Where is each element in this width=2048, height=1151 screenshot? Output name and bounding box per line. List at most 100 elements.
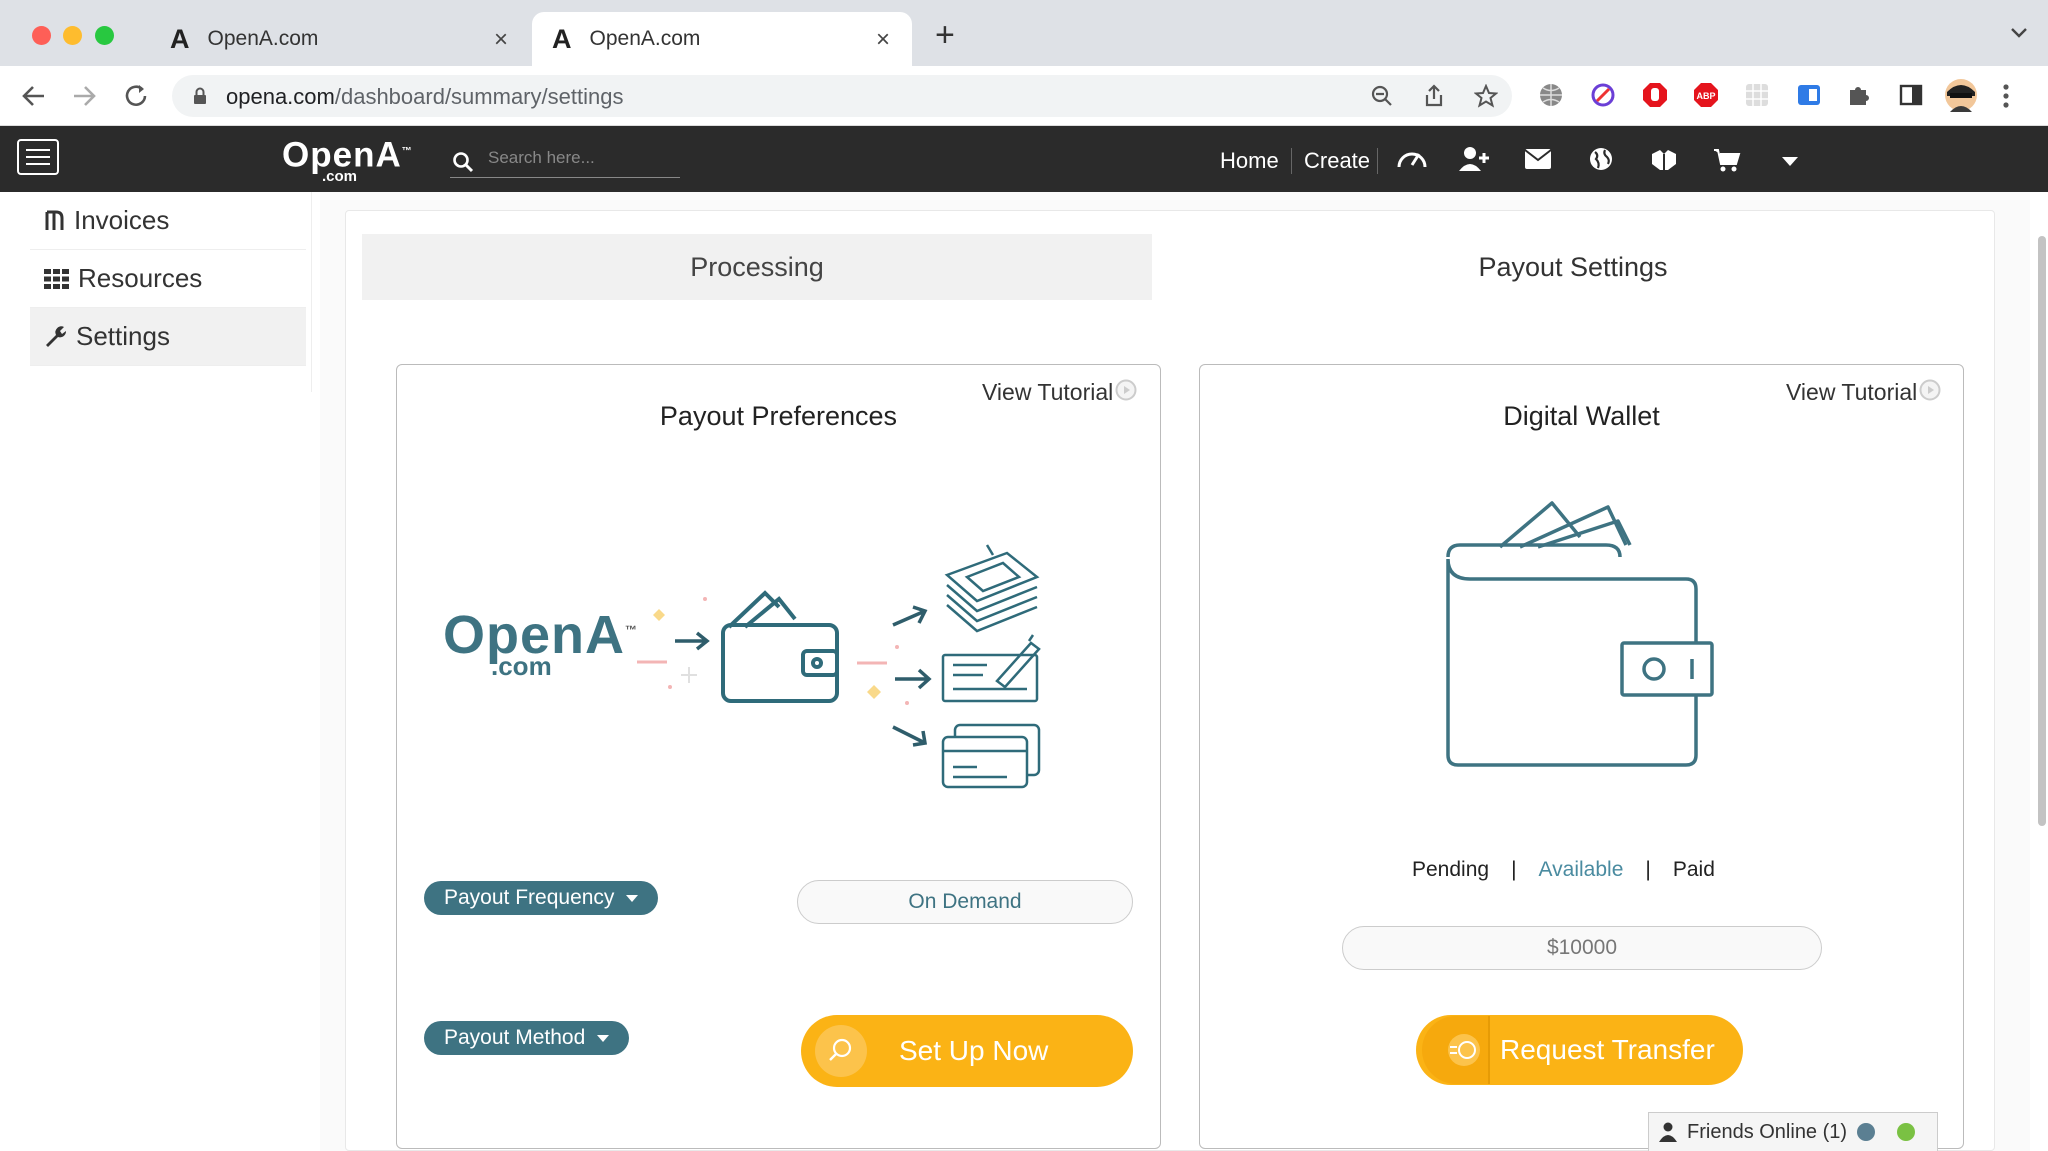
money-transfer-icon xyxy=(1422,1016,1490,1084)
status-dot-icon xyxy=(1857,1123,1876,1141)
magnifier-icon xyxy=(815,1025,867,1077)
forward-icon[interactable] xyxy=(70,82,98,110)
sidebar-item-label: Invoices xyxy=(74,205,170,235)
sidebar-item-resources[interactable]: Resources xyxy=(30,250,306,308)
globe-extension-icon[interactable] xyxy=(1538,82,1564,108)
play-circle-icon xyxy=(1115,379,1137,400)
adblock-hand-icon[interactable] xyxy=(1641,81,1669,109)
kebab-menu-icon[interactable] xyxy=(2002,83,2010,109)
digital-wallet-panel: View Tutorial Digital Wallet Pending | A… xyxy=(1199,364,1964,1149)
minimize-window-button[interactable] xyxy=(63,26,82,45)
speedometer-icon[interactable] xyxy=(1396,145,1428,171)
status-paid[interactable]: Paid xyxy=(1673,858,1715,882)
sidebar: Invoices Resources Settings xyxy=(12,192,312,392)
cheque-icon xyxy=(941,634,1041,703)
caret-down-icon xyxy=(597,1034,610,1042)
payout-flow-graphic xyxy=(637,544,1041,789)
lock-icon xyxy=(194,87,206,104)
wallet-status-row: Pending | Available | Paid xyxy=(1412,858,1767,882)
close-window-button[interactable] xyxy=(32,26,51,45)
digital-wallet-title: Digital Wallet xyxy=(1503,401,1660,431)
chevron-down-icon[interactable] xyxy=(2010,26,2028,40)
new-tab-button[interactable]: + xyxy=(935,18,955,52)
tab-payout-settings[interactable]: Payout Settings xyxy=(1152,234,1994,300)
page-scrollbar[interactable] xyxy=(2038,236,2046,826)
user-icon xyxy=(1659,1122,1677,1142)
wallet-icon xyxy=(721,590,839,703)
svg-text:ABP: ABP xyxy=(1696,91,1715,101)
hamburger-menu-icon[interactable] xyxy=(17,139,59,175)
friends-online-bar[interactable]: Friends Online (1) xyxy=(1648,1112,1938,1151)
translate-extension-icon[interactable] xyxy=(1796,82,1822,108)
back-icon[interactable] xyxy=(20,82,48,110)
search-icon[interactable] xyxy=(452,151,474,173)
url-field[interactable]: opena.com/dashboard/summary/settings xyxy=(172,75,1512,117)
payout-method-dropdown[interactable]: Payout Method xyxy=(424,1021,630,1055)
caret-down-icon[interactable] xyxy=(1782,157,1798,167)
request-transfer-button[interactable]: Request Transfer xyxy=(1416,1015,1743,1085)
tab-title: OpenA.com xyxy=(589,27,701,50)
status-separator: | xyxy=(1511,858,1517,881)
credit-card-icon xyxy=(941,723,1041,789)
browser-tab-2[interactable]: A OpenA.com × xyxy=(532,12,912,66)
cash-stack-icon xyxy=(944,544,1040,633)
payout-frequency-dropdown[interactable]: Payout Frequency xyxy=(424,881,659,915)
reload-icon[interactable] xyxy=(122,82,150,110)
status-pending[interactable]: Pending xyxy=(1412,858,1489,882)
tab-processing[interactable]: Processing xyxy=(362,234,1152,300)
tab-title: OpenA.com xyxy=(207,27,319,50)
nav-divider xyxy=(1377,148,1378,174)
browser-tab-bar: A OpenA.com × A OpenA.com × + xyxy=(0,0,2048,66)
nav-create-link[interactable]: Create xyxy=(1304,148,1370,174)
settings-tabs: Processing Payout Settings xyxy=(362,234,1994,300)
search-box xyxy=(450,140,680,178)
payout-flow-illustration: OpenA™ .com xyxy=(427,515,1127,805)
zoom-icon[interactable] xyxy=(1370,84,1394,108)
wrench-icon xyxy=(46,325,67,347)
status-available[interactable]: Available xyxy=(1539,858,1624,882)
grid-extension-icon[interactable] xyxy=(1744,82,1770,108)
grid-icon xyxy=(44,268,69,289)
sidebar-item-label: Settings xyxy=(76,321,170,351)
profile-avatar-icon[interactable] xyxy=(1944,78,1978,112)
url-text: opena.com/dashboard/summary/settings xyxy=(226,84,624,109)
sidebar-item-invoices[interactable]: Invoices xyxy=(30,192,306,250)
online-dot-icon xyxy=(1897,1123,1916,1141)
abp-icon[interactable]: ABP xyxy=(1692,81,1720,109)
payout-preferences-title: Payout Preferences xyxy=(659,401,898,431)
payout-preferences-panel: View Tutorial Payout Preferences OpenA™ … xyxy=(396,364,1161,1149)
caret-down-icon xyxy=(626,894,639,902)
wallet-amount-field: $10000 xyxy=(1342,926,1822,970)
site-header: OpenA™ .com Home Create xyxy=(0,126,2048,192)
envelope-icon[interactable] xyxy=(1524,148,1552,170)
payout-frequency-value: On Demand xyxy=(797,880,1133,924)
browser-tab-1[interactable]: A OpenA.com × xyxy=(150,12,530,66)
sidepanel-icon[interactable] xyxy=(1898,82,1924,108)
globe-icon[interactable] xyxy=(1588,146,1614,172)
address-bar: opena.com/dashboard/summary/settings ABP xyxy=(0,66,2048,126)
nav-home-link[interactable]: Home xyxy=(1220,148,1279,174)
status-separator: | xyxy=(1645,858,1651,881)
add-user-icon[interactable] xyxy=(1458,145,1490,173)
friends-online-label: Friends Online (1) xyxy=(1687,1120,1848,1143)
block-extension-icon[interactable] xyxy=(1590,82,1616,108)
sidebar-item-label: Resources xyxy=(78,263,203,293)
maximize-window-button[interactable] xyxy=(95,26,114,45)
play-circle-icon xyxy=(1919,379,1941,400)
star-icon[interactable] xyxy=(1474,84,1498,108)
set-up-now-button[interactable]: Set Up Now xyxy=(801,1015,1133,1087)
puzzle-icon[interactable] xyxy=(1846,82,1872,108)
search-input[interactable] xyxy=(488,148,678,168)
handshake-icon[interactable] xyxy=(1650,146,1678,174)
wallet-icon xyxy=(1446,501,1714,767)
close-icon[interactable]: × xyxy=(494,26,508,54)
close-icon[interactable]: × xyxy=(876,26,890,54)
favicon-icon: A xyxy=(170,23,190,54)
brand-logo[interactable]: OpenA™ .com xyxy=(282,134,413,185)
nav-divider xyxy=(1291,148,1292,174)
cart-icon[interactable] xyxy=(1713,148,1741,172)
invoice-icon xyxy=(45,210,64,230)
share-icon[interactable] xyxy=(1422,84,1446,108)
sidebar-item-settings[interactable]: Settings xyxy=(30,308,306,366)
favicon-icon: A xyxy=(552,23,572,54)
